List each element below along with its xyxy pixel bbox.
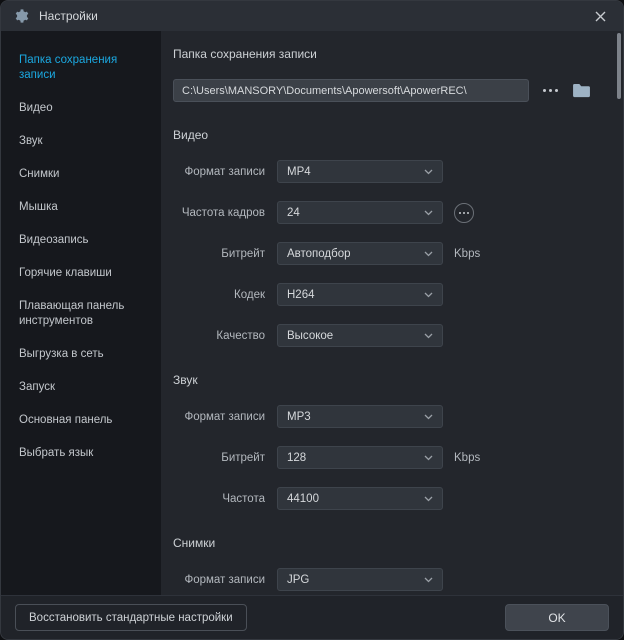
select-value: H264: [287, 289, 315, 301]
bitrate-unit-label: Kbps: [454, 248, 480, 260]
chevron-down-icon: [424, 414, 433, 420]
video-bitrate-select[interactable]: Автоподбор: [277, 242, 443, 265]
snapshot-format-select[interactable]: JPG: [277, 568, 443, 591]
audio-title: Звук: [173, 373, 599, 387]
sidebar-item-recording[interactable]: Видеозапись: [19, 224, 151, 257]
select-value: 44100: [287, 493, 319, 505]
row-label: Битрейт: [173, 452, 265, 464]
close-button[interactable]: [589, 5, 611, 27]
sidebar-item-mouse[interactable]: Мышка: [19, 191, 151, 224]
video-title: Видео: [173, 128, 599, 142]
codec-row: Кодек H264: [173, 283, 599, 306]
sidebar-item-snapshots[interactable]: Снимки: [19, 158, 151, 191]
sidebar-item-hotkeys[interactable]: Горячие клавиши: [19, 257, 151, 290]
section-video: Видео Формат записи MP4 Частота кадров 2…: [173, 128, 599, 347]
sidebar-item-audio[interactable]: Звук: [19, 125, 151, 158]
video-format-select[interactable]: MP4: [277, 160, 443, 183]
audio-bitrate-row: Битрейт 128 Kbps: [173, 446, 599, 469]
settings-window: Настройки Папка сохранения записи Видео …: [0, 0, 624, 640]
row-label: Кодек: [173, 289, 265, 301]
scrollbar[interactable]: [616, 33, 621, 593]
select-value: 128: [287, 452, 306, 464]
ok-button[interactable]: OK: [505, 604, 609, 631]
chevron-down-icon: [424, 496, 433, 502]
quality-row: Качество Высокое: [173, 324, 599, 347]
row-label: Битрейт: [173, 248, 265, 260]
sidebar-item-video[interactable]: Видео: [19, 92, 151, 125]
codec-select[interactable]: H264: [277, 283, 443, 306]
quality-select[interactable]: Высокое: [277, 324, 443, 347]
chevron-down-icon: [424, 169, 433, 175]
video-format-row: Формат записи MP4: [173, 160, 599, 183]
row-label: Частота кадров: [173, 207, 265, 219]
chevron-down-icon: [424, 210, 433, 216]
sample-rate-row: Частота 44100: [173, 487, 599, 510]
snapshot-format-row: Формат записи JPG: [173, 568, 599, 591]
section-audio: Звук Формат записи MP3 Битрейт 128 Kbps: [173, 373, 599, 510]
select-value: MP3: [287, 411, 311, 423]
section-snapshots: Снимки Формат записи JPG: [173, 536, 599, 591]
browse-more-icon[interactable]: [541, 85, 560, 96]
sidebar-item-floating-toolbar[interactable]: Плавающая панель инструментов: [19, 290, 151, 338]
audio-format-select[interactable]: MP3: [277, 405, 443, 428]
snapshots-title: Снимки: [173, 536, 599, 550]
settings-content: Папка сохранения записи Видео Формат зап…: [161, 31, 623, 595]
section-save-folder: Папка сохранения записи: [173, 47, 599, 102]
chevron-down-icon: [424, 333, 433, 339]
sidebar-item-upload[interactable]: Выгрузка в сеть: [19, 338, 151, 371]
save-path-input[interactable]: [173, 79, 529, 102]
row-label: Формат записи: [173, 166, 265, 178]
save-folder-title: Папка сохранения записи: [173, 47, 599, 61]
chevron-down-icon: [424, 577, 433, 583]
row-label: Формат записи: [173, 411, 265, 423]
sidebar-item-main-panel[interactable]: Основная панель: [19, 404, 151, 437]
chevron-down-icon: [424, 455, 433, 461]
sidebar-item-startup[interactable]: Запуск: [19, 371, 151, 404]
save-path-row: [173, 79, 599, 102]
row-label: Частота: [173, 493, 265, 505]
titlebar: Настройки: [1, 1, 623, 31]
audio-format-row: Формат записи MP3: [173, 405, 599, 428]
sidebar-item-save-folder[interactable]: Папка сохранения записи: [19, 44, 151, 92]
sidebar-item-language[interactable]: Выбрать язык: [19, 437, 151, 470]
settings-body: Папка сохранения записи Видео Звук Снимк…: [1, 31, 623, 595]
select-value: 24: [287, 207, 300, 219]
chevron-down-icon: [424, 292, 433, 298]
row-label: Качество: [173, 330, 265, 342]
frame-rate-row: Частота кадров 24: [173, 201, 599, 224]
select-value: MP4: [287, 166, 311, 178]
select-value: Высокое: [287, 330, 333, 342]
video-bitrate-row: Битрейт Автоподбор Kbps: [173, 242, 599, 265]
scrollbar-thumb[interactable]: [617, 33, 621, 99]
sample-rate-select[interactable]: 44100: [277, 487, 443, 510]
window-title: Настройки: [39, 9, 98, 23]
footer: Восстановить стандартные настройки OK: [1, 595, 623, 639]
row-label: Формат записи: [173, 574, 265, 586]
select-value: JPG: [287, 574, 309, 586]
select-value: Автоподбор: [287, 248, 351, 260]
frame-rate-select[interactable]: 24: [277, 201, 443, 224]
restore-defaults-button[interactable]: Восстановить стандартные настройки: [15, 604, 247, 631]
bitrate-unit-label: Kbps: [454, 452, 480, 464]
gear-icon: [13, 8, 30, 25]
sidebar: Папка сохранения записи Видео Звук Снимк…: [1, 31, 161, 595]
chevron-down-icon: [424, 251, 433, 257]
audio-bitrate-select[interactable]: 128: [277, 446, 443, 469]
open-folder-icon[interactable]: [572, 83, 591, 98]
frame-rate-more-icon[interactable]: [454, 203, 474, 223]
